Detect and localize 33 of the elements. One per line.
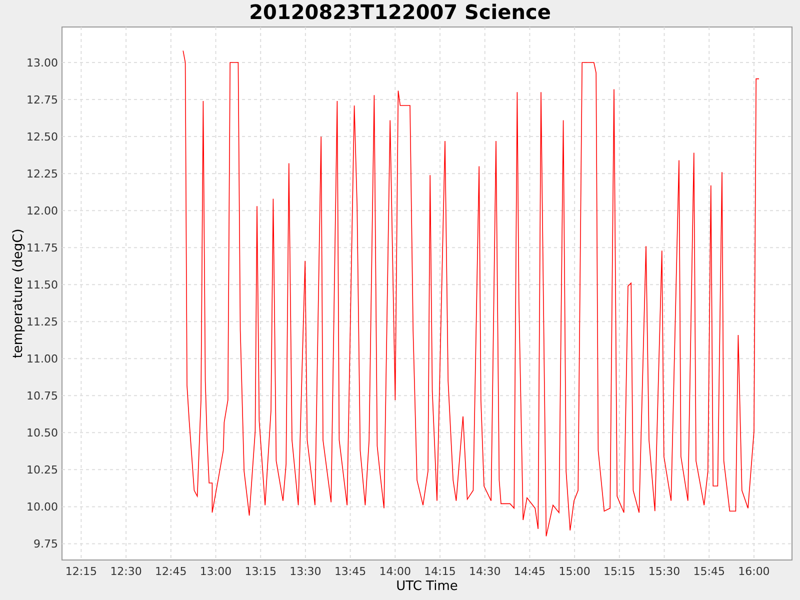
y-axis-label: temperature (degC): [11, 228, 26, 358]
x-tick-label: 13:30: [290, 565, 322, 578]
y-tick-label: 9.75: [34, 538, 58, 551]
chart-title: 20120823T122007 Science: [249, 0, 551, 24]
y-tick-label: 12.00: [26, 204, 58, 218]
y-tick-label: 11.75: [26, 242, 58, 255]
x-tick-label: 12:30: [110, 565, 142, 578]
x-tick-label: 13:15: [244, 565, 276, 578]
y-tick-label: 13.00: [26, 56, 58, 70]
y-tick-label: 10.75: [26, 390, 58, 403]
y-tick-label: 11.00: [26, 352, 58, 366]
x-tick-label: 15:30: [648, 565, 680, 578]
x-tick-label: 14:00: [379, 565, 411, 578]
x-tick-label: 14:15: [424, 565, 456, 578]
y-tick-label: 12.50: [26, 130, 58, 144]
x-tick-label: 14:45: [514, 565, 546, 578]
x-tick-label: 15:00: [558, 565, 590, 578]
x-tick-label: 13:45: [334, 565, 366, 578]
x-tick-label: 13:00: [200, 565, 232, 578]
x-tick-label: 14:30: [469, 565, 501, 578]
x-axis-label: UTC Time: [396, 579, 458, 594]
y-tick-label: 11.25: [26, 316, 58, 329]
y-tick-label: 10.00: [26, 500, 58, 514]
x-tick-label: 15:45: [693, 565, 725, 578]
y-tick-label: 12.75: [26, 94, 58, 107]
y-tick-label: 10.50: [26, 426, 58, 440]
x-tick-label: 12:15: [65, 565, 98, 578]
x-tick-label: 15:15: [604, 565, 636, 578]
y-tick-label: 11.50: [26, 278, 58, 292]
x-tick-label: 16:00: [738, 565, 770, 578]
y-tick-label: 12.25: [26, 168, 58, 181]
x-tick-label: 12:45: [155, 565, 187, 578]
y-tick-label: 10.25: [26, 464, 58, 477]
